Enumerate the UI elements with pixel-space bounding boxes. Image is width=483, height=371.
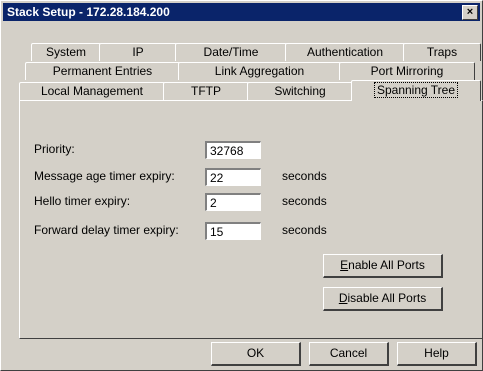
hello-unit: seconds	[282, 194, 327, 208]
window-title: Stack Setup - 172.28.184.200	[7, 5, 170, 19]
fwd-delay-label: Forward delay timer expiry:	[34, 223, 179, 237]
tab-row-2: Permanent Entries Link Aggregation Port …	[25, 62, 475, 80]
ok-button[interactable]: OK	[211, 342, 301, 366]
tab-switching[interactable]: Switching	[247, 82, 353, 100]
spanning-tree-panel: Priority: Message age timer expiry: seco…	[19, 100, 483, 339]
tab-link-aggregation[interactable]: Link Aggregation	[178, 62, 341, 80]
tab-spanning-tree[interactable]: Spanning Tree	[351, 80, 481, 101]
tab-authentication[interactable]: Authentication	[285, 43, 405, 61]
help-button[interactable]: Help	[397, 342, 477, 366]
stack-setup-dialog: Stack Setup - 172.28.184.200 × System IP…	[0, 0, 483, 371]
max-age-label: Message age timer expiry:	[34, 169, 175, 183]
tab-permanent-entries[interactable]: Permanent Entries	[25, 62, 180, 80]
tab-date-time[interactable]: Date/Time	[175, 43, 287, 61]
cancel-button[interactable]: Cancel	[309, 342, 389, 366]
enable-all-mnemonic: E	[340, 258, 349, 272]
enable-all-ports-button[interactable]: Enable All Ports	[323, 254, 443, 278]
hello-label: Hello timer expiry:	[34, 194, 131, 208]
enable-all-label: nable All Ports	[348, 258, 425, 272]
disable-all-ports-button[interactable]: Disable All Ports	[323, 287, 443, 311]
hello-input[interactable]	[205, 193, 261, 211]
close-icon[interactable]: ×	[462, 5, 478, 20]
tab-local-management[interactable]: Local Management	[19, 82, 165, 100]
max-age-unit: seconds	[282, 169, 327, 183]
priority-input[interactable]	[205, 141, 261, 159]
tab-port-mirroring[interactable]: Port Mirroring	[339, 62, 475, 80]
tab-ip[interactable]: IP	[99, 43, 177, 61]
max-age-input[interactable]	[205, 168, 261, 186]
tab-traps[interactable]: Traps	[403, 43, 481, 61]
tab-row-1: System IP Date/Time Authentication Traps	[31, 43, 481, 61]
disable-all-label: isable All Ports	[347, 291, 427, 305]
fwd-delay-input[interactable]	[205, 222, 261, 240]
tab-tftp[interactable]: TFTP	[163, 82, 249, 100]
title-bar[interactable]: Stack Setup - 172.28.184.200 ×	[3, 3, 480, 21]
tab-spanning-tree-label: Spanning Tree	[373, 82, 459, 98]
fwd-delay-unit: seconds	[282, 223, 327, 237]
tab-row-3: Local Management TFTP Switching Spanning…	[19, 80, 481, 101]
priority-label: Priority:	[34, 142, 75, 156]
tab-system[interactable]: System	[31, 43, 101, 61]
